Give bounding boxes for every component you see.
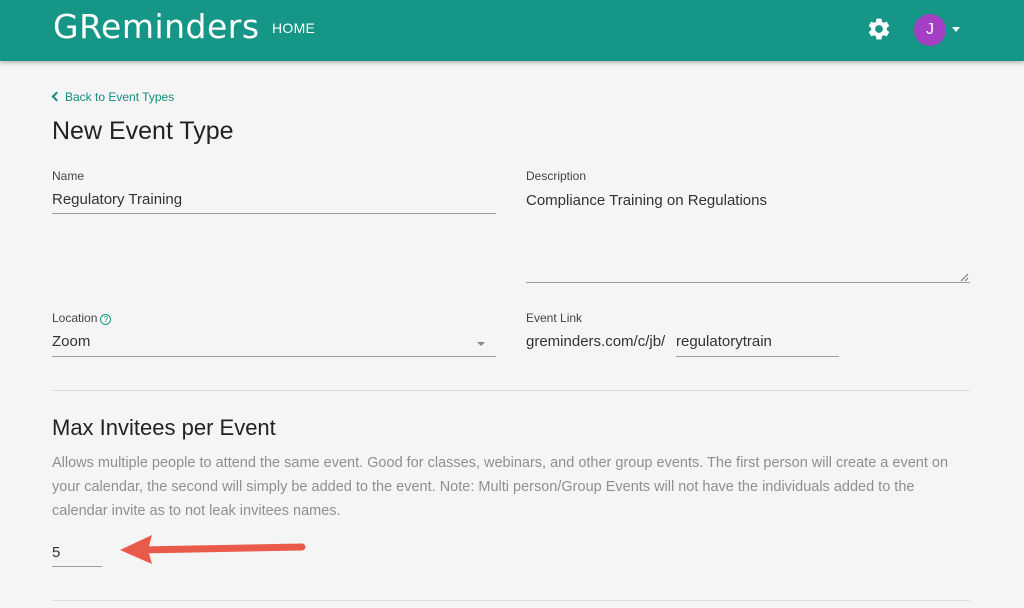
chevron-down-icon[interactable] [952, 27, 960, 32]
event-link-underline [676, 356, 839, 357]
max-invitees-description: Allows multiple people to attend the sam… [52, 455, 949, 519]
brand-logo[interactable]: GReminders [53, 7, 260, 46]
section-divider [52, 390, 970, 391]
name-field[interactable]: Regulatory Training [52, 191, 182, 208]
page-title: New Event Type [52, 117, 234, 145]
bottom-divider [52, 600, 970, 601]
location-select[interactable]: Zoom [52, 333, 90, 350]
gear-icon[interactable] [866, 16, 892, 42]
nav-home-link[interactable]: HOME [272, 20, 315, 36]
top-navbar: GReminders HOME J [0, 0, 1024, 61]
event-link-label: Event Link [526, 311, 583, 325]
location-label-text: Location [52, 311, 98, 325]
name-label: Name [52, 169, 85, 183]
avatar[interactable]: J [914, 14, 946, 46]
help-icon[interactable]: ? [100, 314, 112, 325]
back-to-event-types-link[interactable]: Back to Event Types [51, 90, 175, 104]
description-label: Description [526, 169, 587, 183]
max-invitees-underline [52, 566, 102, 567]
location-label: Location? [52, 311, 112, 325]
description-underline [526, 282, 970, 283]
annotation-arrow [120, 535, 306, 564]
chevron-left-icon [51, 91, 62, 102]
dropdown-caret-icon[interactable] [477, 342, 485, 346]
event-link-input[interactable]: regulatorytrain [676, 333, 772, 350]
resize-handle-icon[interactable] [960, 273, 969, 282]
event-link-prefix: greminders.com/c/jb/ [526, 333, 666, 350]
back-link-label: Back to Event Types [65, 90, 175, 104]
location-underline [52, 356, 496, 357]
max-invitees-title: Max Invitees per Event [52, 415, 276, 440]
name-field-underline [52, 213, 496, 214]
description-textarea[interactable]: Compliance Training on Regulations [526, 192, 767, 209]
max-invitees-input[interactable]: 5 [52, 544, 60, 561]
